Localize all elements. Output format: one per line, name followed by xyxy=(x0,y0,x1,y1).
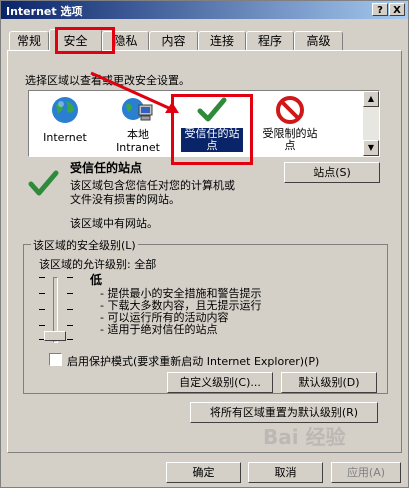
security-level-slider[interactable] xyxy=(39,275,79,345)
ok-button[interactable]: 确定 xyxy=(166,462,241,483)
zone-title: 受信任的站点 xyxy=(70,161,143,175)
allowed-levels-text: 该区域的允许级别: 全部 xyxy=(39,258,157,271)
protected-mode-label[interactable]: 启用保护模式(要求重新启动 Internet Explorer)(P) xyxy=(67,353,319,369)
default-level-button[interactable]: 默认级别(D) xyxy=(281,372,377,393)
zone-restricted-sites[interactable]: 受限制的站点 xyxy=(253,95,327,152)
level-bullet-list: - 提供最小的安全措施和警告提示 - 下载大多数内容，且无提示运行 - 可以运行… xyxy=(100,288,261,336)
restricted-icon xyxy=(276,96,304,124)
level-bullet: - 适用于绝对信任的站点 xyxy=(100,323,218,336)
slider-thumb[interactable] xyxy=(44,331,66,341)
zone-internet[interactable]: Internet xyxy=(35,95,95,144)
red-arrow-icon xyxy=(90,71,179,113)
security-tab-highlight xyxy=(55,27,115,54)
level-name: 低 xyxy=(90,273,103,287)
globe-icon xyxy=(52,97,78,123)
help-button[interactable]: ? xyxy=(372,3,388,16)
security-level-group-label: 该区域的安全级别(L) xyxy=(31,237,138,253)
zone-label-restricted: 受限制的站点 xyxy=(262,127,318,152)
cancel-button[interactable]: 取消 xyxy=(248,462,323,483)
internet-options-dialog: Internet 选项 ? X 常规 安全 隐私 内容 连接 程序 高级 选择区… xyxy=(0,0,409,488)
scroll-up-arrow-icon[interactable]: ▲ xyxy=(363,91,379,107)
sites-button[interactable]: 站点(S) xyxy=(284,162,380,183)
tab-connections[interactable]: 连接 xyxy=(198,31,246,50)
zone-label-internet: Internet xyxy=(43,131,87,144)
reset-all-zones-button[interactable]: 将所有区域重置为默认级别(R) xyxy=(190,402,378,423)
scroll-down-arrow-icon[interactable]: ▼ xyxy=(363,140,379,156)
trusted-checkmark-icon xyxy=(28,170,59,196)
tab-advanced[interactable]: 高级 xyxy=(294,31,343,50)
close-button[interactable]: X xyxy=(389,3,405,16)
zone-list-scrollbar[interactable]: ▲ ▼ xyxy=(363,91,379,156)
window-title: Internet 选项 xyxy=(6,5,83,18)
zone-has-sites-text: 该区域中有网站。 xyxy=(70,217,158,230)
tab-programs[interactable]: 程序 xyxy=(246,31,294,50)
apply-button[interactable]: 应用(A) xyxy=(331,462,401,483)
title-bar: Internet 选项 ? X xyxy=(1,1,408,19)
watermark: Bai 经验 xyxy=(263,425,346,449)
zone-label-intranet: 本地 Intranet xyxy=(116,128,160,154)
protected-mode-checkbox[interactable] xyxy=(49,353,62,366)
tab-content[interactable]: 内容 xyxy=(149,31,198,50)
slider-tick-marks-right xyxy=(67,275,75,341)
tab-general[interactable]: 常规 xyxy=(9,31,49,50)
custom-level-button[interactable]: 自定义级别(C)... xyxy=(167,372,273,393)
zone-description: 该区域包含您信任对您的计算机或 文件没有损害的网站。 xyxy=(70,179,235,206)
